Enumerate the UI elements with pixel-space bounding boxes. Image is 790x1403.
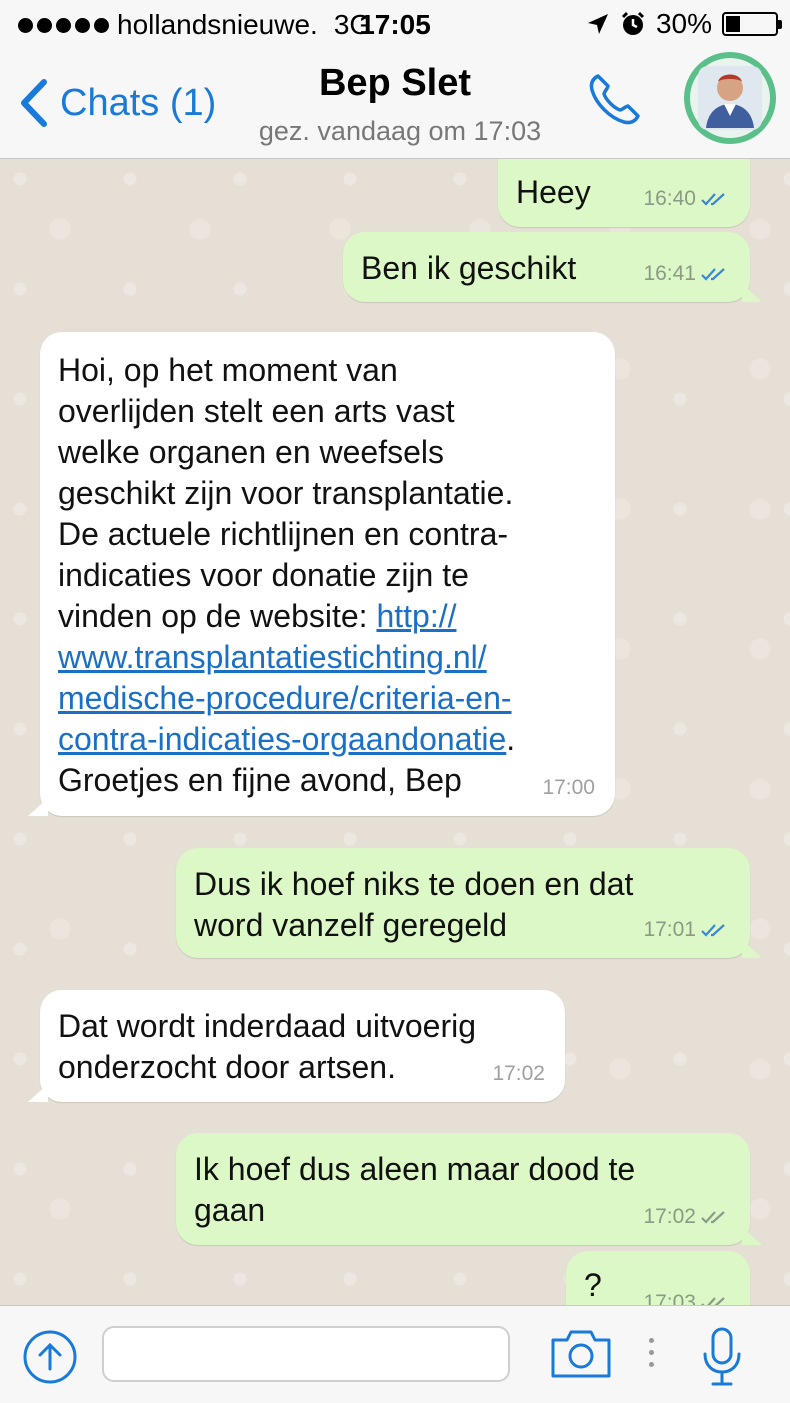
microphone-button[interactable] (701, 1326, 743, 1393)
status-bar: hollandsnieuwe. 3G 17:05 30% (0, 0, 790, 50)
message-time: 16:41 (643, 262, 696, 285)
message-time: 16:40 (643, 187, 696, 210)
message-time: 17:02 (643, 1205, 696, 1228)
last-seen: gez. vandaag om 17:03 (258, 116, 542, 146)
message-bubble-incoming[interactable]: Hoi, op het moment van overlijden stelt … (28, 332, 615, 816)
call-button[interactable] (584, 70, 644, 135)
message-bubble-outgoing[interactable]: Ik hoef dus aleen maar dood te gaan 17:0… (176, 1133, 762, 1245)
message-time: 17:00 (542, 776, 595, 799)
message-time: 17:03 (643, 1291, 696, 1305)
message-bubble-outgoing[interactable]: Heey 16:40 (498, 159, 750, 227)
message-text: Dat wordt inderdaad uitvoerig onderzocht… (58, 1008, 477, 1085)
battery-icon (722, 12, 782, 36)
double-check-delivered-icon (701, 1296, 725, 1305)
message-text: Hoi, op het moment van overlijden stelt … (58, 350, 597, 801)
message-bubble-outgoing[interactable]: ? 17:03 (566, 1251, 750, 1305)
double-check-read-icon (701, 923, 725, 937)
avatar[interactable] (684, 52, 776, 144)
message-bubble-incoming[interactable]: Dat wordt inderdaad uitvoerig onderzocht… (28, 990, 565, 1102)
battery-percentage: 30% (655, 8, 712, 39)
attach-button[interactable] (22, 1329, 78, 1390)
alarm-icon (621, 11, 645, 35)
message-time: 17:02 (492, 1062, 545, 1085)
camera-icon (551, 1330, 611, 1378)
profile-photo-icon (690, 58, 770, 138)
double-check-read-icon (701, 267, 725, 281)
more-dots-icon (649, 1338, 654, 1367)
chat-header: Chats (1) Bep Slet gez. vandaag om 17:03 (0, 50, 790, 159)
double-check-read-icon (701, 192, 725, 206)
upload-arrow-icon (23, 1330, 77, 1384)
contact-name[interactable]: Bep Slet (0, 62, 790, 105)
double-check-delivered-icon (701, 1210, 725, 1224)
message-input[interactable] (102, 1326, 510, 1382)
phone-icon (589, 74, 640, 125)
message-bubble-outgoing[interactable]: Ben ik geschikt 16:41 (343, 232, 762, 302)
microphone-icon (703, 1327, 741, 1386)
message-time: 17:01 (643, 918, 696, 941)
message-input-bar (0, 1305, 790, 1403)
message-bubble-outgoing[interactable]: Dus ik hoef niks te doen en dat word van… (176, 848, 762, 958)
camera-button[interactable] (549, 1326, 613, 1387)
message-text-part: Hoi, op het moment van overlijden stelt … (58, 352, 514, 634)
message-list[interactable]: Heey 16:40 Ben ik geschikt 16:41 Hoi, op… (0, 159, 790, 1305)
location-arrow-icon (587, 14, 608, 34)
